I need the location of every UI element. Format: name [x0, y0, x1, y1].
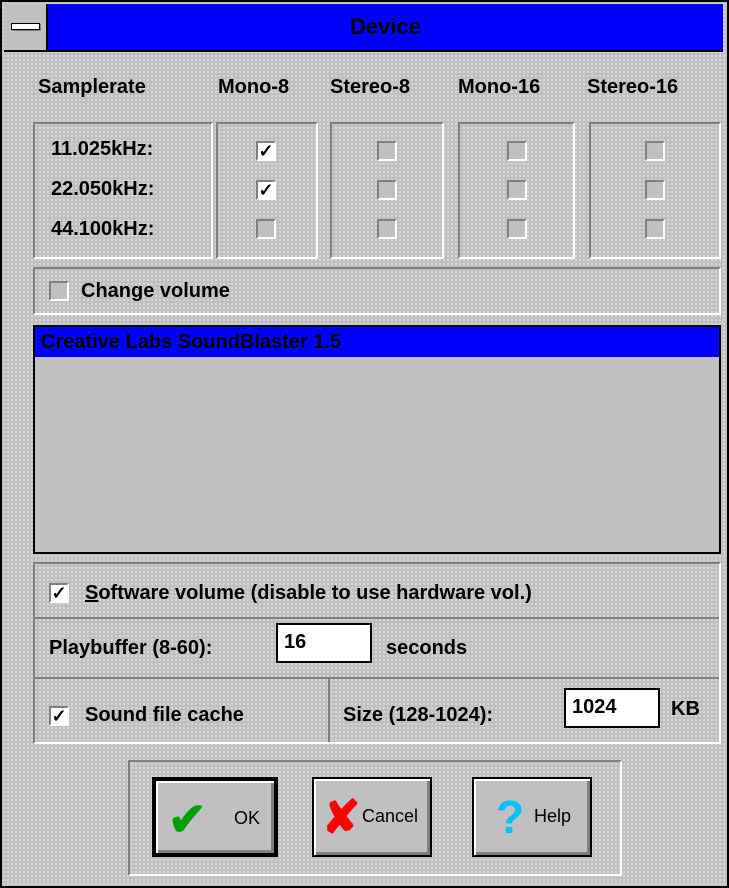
- mono-16-11025-checkbox[interactable]: [507, 141, 527, 161]
- header-mono-16: Mono-16: [458, 76, 541, 98]
- device-list[interactable]: Creative Labs SoundBlaster 1.5: [33, 325, 721, 554]
- device-dialog: Device Samplerate Mono-8 Stereo-8 Mono-1…: [0, 0, 729, 888]
- stereo-16-11025-checkbox[interactable]: [645, 141, 665, 161]
- header-samplerate: Samplerate: [38, 76, 146, 98]
- change-volume-checkbox[interactable]: [49, 281, 69, 301]
- checkmark-icon: ✔: [168, 793, 207, 845]
- ok-button-label: OK: [234, 808, 261, 828]
- device-list-item-selected[interactable]: Creative Labs SoundBlaster 1.5: [35, 327, 719, 357]
- cancel-button[interactable]: ✘ Cancel: [312, 777, 432, 857]
- change-volume-row: Change volume: [33, 267, 721, 315]
- divider: [35, 617, 719, 619]
- stereo-8-group: [330, 122, 444, 259]
- header-mono-8: Mono-8: [218, 76, 290, 98]
- playbuffer-input[interactable]: 16: [276, 623, 372, 663]
- playbuffer-label: Playbuffer (8-60):: [49, 637, 213, 659]
- mono-16-group: [458, 122, 575, 259]
- title-bar: Device: [4, 4, 723, 52]
- stereo-16-group: [589, 122, 721, 259]
- samplerate-group: 11.025kHz: 22.050kHz: 44.100kHz:: [33, 122, 213, 259]
- mono-8-22050-checkbox[interactable]: ✓: [256, 180, 276, 200]
- system-menu-icon: [11, 23, 40, 30]
- stereo-8-22050-checkbox[interactable]: [377, 180, 397, 200]
- stereo-16-44100-checkbox[interactable]: [645, 219, 665, 239]
- cancel-button-label: Cancel: [362, 806, 419, 826]
- mono-8-11025-checkbox[interactable]: ✓: [256, 141, 276, 161]
- software-volume-label[interactable]: Software volume (disable to use hardware…: [85, 582, 532, 605]
- cache-size-unit: KB: [671, 698, 700, 720]
- mono-16-22050-checkbox[interactable]: [507, 180, 527, 200]
- header-stereo-16: Stereo-16: [587, 76, 679, 98]
- ok-button[interactable]: ✔ OK: [152, 777, 278, 857]
- divider: [328, 679, 330, 742]
- cache-size-label: Size (128-1024):: [343, 704, 494, 726]
- rate-label-11025: 11.025kHz:: [51, 138, 154, 160]
- help-button-label: Help: [534, 806, 572, 826]
- window-title: Device: [350, 14, 421, 39]
- rate-label-22050: 22.050kHz:: [51, 178, 155, 200]
- stereo-8-44100-checkbox[interactable]: [377, 219, 397, 239]
- divider: [35, 677, 719, 679]
- mono-16-44100-checkbox[interactable]: [507, 219, 527, 239]
- system-menu-button[interactable]: [4, 4, 48, 50]
- cache-size-input[interactable]: 1024: [564, 688, 660, 728]
- options-panel: ✓ Software volume (disable to use hardwa…: [33, 562, 721, 744]
- mono-8-44100-checkbox[interactable]: [256, 219, 276, 239]
- sound-file-cache-checkbox[interactable]: ✓: [49, 706, 69, 726]
- sound-file-cache-label[interactable]: Sound file cache: [85, 704, 244, 727]
- software-volume-checkbox[interactable]: ✓: [49, 583, 69, 603]
- x-icon: ✘: [322, 791, 361, 843]
- playbuffer-unit: seconds: [386, 637, 468, 659]
- header-stereo-8: Stereo-8: [330, 76, 411, 98]
- rate-label-44100: 44.100kHz:: [51, 218, 155, 240]
- stereo-8-11025-checkbox[interactable]: [377, 141, 397, 161]
- question-icon: ?: [496, 791, 525, 843]
- stereo-16-22050-checkbox[interactable]: [645, 180, 665, 200]
- mono-8-group: ✓ ✓: [216, 122, 318, 259]
- change-volume-label[interactable]: Change volume: [81, 280, 230, 303]
- help-button[interactable]: ? Help: [472, 777, 592, 857]
